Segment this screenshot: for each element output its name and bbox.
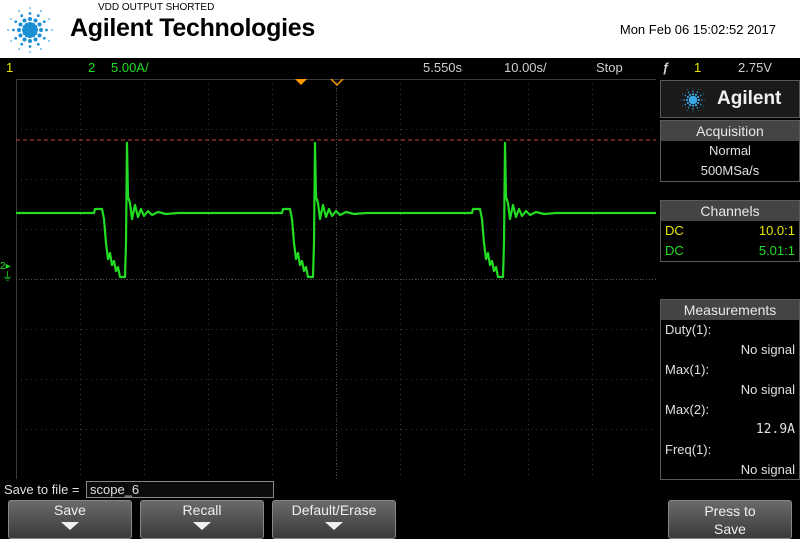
agilent-spark-icon [680,87,706,113]
scope-label-note: VDD OUTPUT SHORTED [98,2,215,13]
channel-1-probe: 10.0:1 [758,223,795,238]
measurements-box[interactable]: Measurements Duty(1): No signal Max(1): … [660,299,800,480]
horizontal-scale: 10.00s/ [504,60,547,75]
date-time: Mon Feb 06 15:02:52 2017 [619,22,776,37]
default-erase-softkey-label: Default/Erase [291,502,377,518]
recall-softkey[interactable]: Recall [140,500,264,539]
measurement-name: Freq(1): [665,442,712,457]
channels-title: Channels [661,201,799,221]
channel-2-indicator[interactable]: 2 [88,58,95,78]
press-to-save-line2: Save [714,521,746,537]
default-erase-softkey[interactable]: Default/Erase [272,500,396,539]
save-file-row: Save to file = scope_6 [0,480,660,500]
run-state: Stop [596,60,623,75]
measurement-value: No signal [740,382,795,397]
channel-2-coupling: DC [665,243,684,258]
panel-brand: Agilent [660,80,800,118]
sample-rate: 500MSa/s [700,163,760,178]
acquisition-box[interactable]: Acquisition Normal 500MSa/s [660,120,800,182]
channel-1-row: DC 10.0:1 [661,221,799,241]
measurement-value: No signal [740,462,795,477]
measurement-name: Max(1): [665,362,710,377]
measurement-name: Duty(1): [665,322,712,337]
agilent-logo-icon [7,7,53,53]
save-to-file-label: Save to file = [4,482,80,497]
channels-box[interactable]: Channels DC 10.0:1 DC 5.01:1 [660,200,800,262]
measurements-title: Measurements [661,300,799,320]
acquisition-mode: Normal [709,143,751,158]
recall-softkey-label: Recall [182,502,222,518]
measurement-value: 12.9A [755,422,795,437]
down-arrow-icon [61,522,79,530]
channel-2-scale: 5.00A/ [111,60,149,75]
down-arrow-icon [193,522,211,530]
measurement-name: Max(2): [665,402,710,417]
waveform-display[interactable] [16,79,656,479]
down-arrow-icon [325,522,343,530]
channel-2-probe: 5.01:1 [758,243,795,258]
channel-1-coupling: DC [665,223,684,238]
trigger-level: 2.75V [738,60,772,75]
trigger-source: 1 [694,60,702,75]
save-softkey[interactable]: Save [8,500,132,539]
channel-1-indicator[interactable]: 1 [6,58,13,78]
horizontal-delay: 5.550s [423,60,463,75]
save-softkey-label: Save [54,502,86,518]
measurement-value: No signal [740,342,795,357]
panel-brand-text: Agilent [717,88,782,109]
right-info-panel: Agilent Acquisition Normal 500MSa/s Chan… [660,80,800,480]
ground-icon: ⏚ [2,271,13,283]
press-to-save-softkey[interactable]: Press to Save [668,500,792,539]
brand-title: Agilent Technologies [70,14,315,42]
status-bar: 1 2 5.00A/ 5.550s 10.00s/ Stop ƒ 1 2.75V [0,58,800,78]
file-name-field[interactable]: scope_6 [86,481,274,498]
acquisition-title: Acquisition [661,121,799,141]
press-to-save-line1: Press to [704,503,756,519]
trigger-edge-icon: ƒ [662,60,670,75]
channel-2-row: DC 5.01:1 [661,241,799,261]
header-bar: VDD OUTPUT SHORTED Agilent Technologies … [0,0,800,58]
